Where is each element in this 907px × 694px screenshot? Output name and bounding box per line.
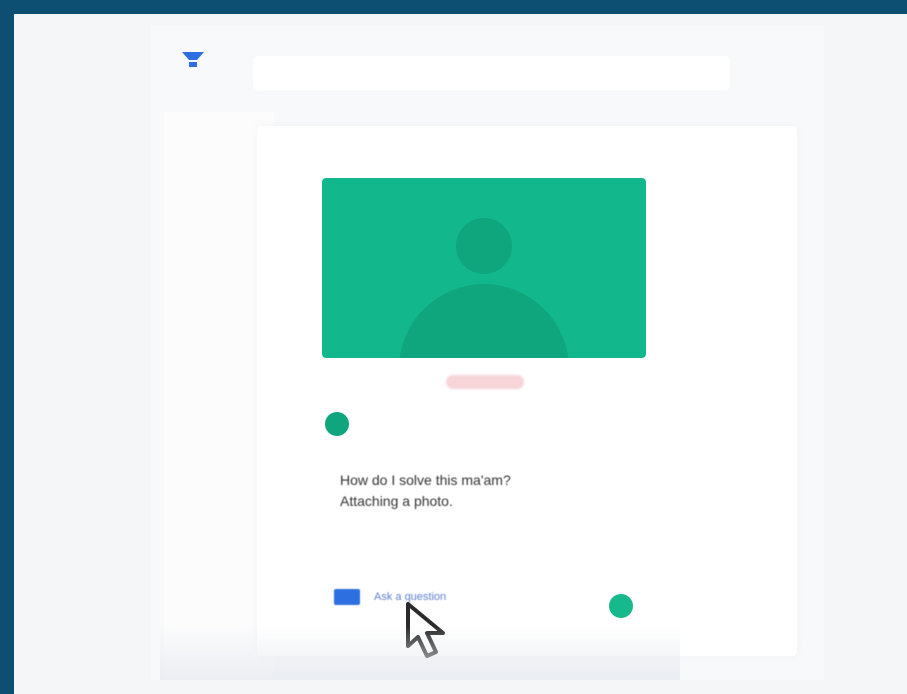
avatar-head bbox=[456, 218, 512, 274]
profile-photo bbox=[322, 178, 646, 358]
tag-icon[interactable] bbox=[334, 589, 360, 605]
bottom-fade bbox=[160, 626, 680, 680]
question-text: How do I solve this ma'am? Attaching a p… bbox=[340, 470, 630, 512]
status-dot bbox=[325, 412, 349, 436]
top-search-bar[interactable] bbox=[253, 56, 730, 90]
funnel-logo-icon[interactable] bbox=[173, 42, 213, 82]
pink-badge bbox=[446, 375, 524, 389]
question-line-1: How do I solve this ma'am? bbox=[340, 472, 511, 488]
send-button[interactable] bbox=[609, 594, 633, 618]
question-line-2: Attaching a photo. bbox=[340, 493, 453, 509]
avatar-body bbox=[399, 284, 569, 358]
